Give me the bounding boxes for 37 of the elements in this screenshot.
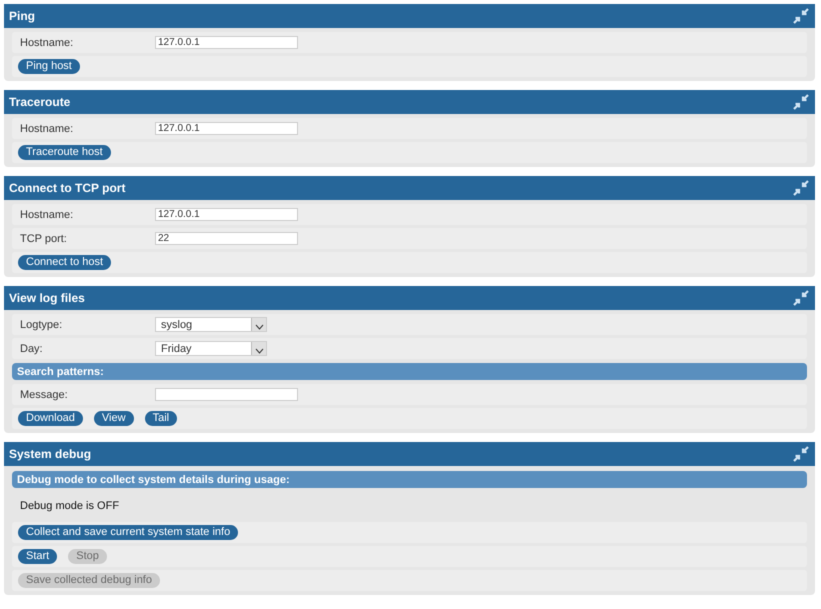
action-button[interactable]: Download bbox=[18, 411, 83, 426]
action-button[interactable]: Traceroute host bbox=[18, 145, 111, 160]
collapse-icon[interactable] bbox=[793, 180, 809, 196]
field-label: Day: bbox=[20, 342, 44, 354]
input-field[interactable]: 127.0.0.1 bbox=[155, 36, 298, 49]
input-field[interactable]: 127.0.0.1 bbox=[155, 122, 298, 135]
collapse-icon[interactable] bbox=[793, 290, 809, 306]
action-button[interactable]: Tail bbox=[144, 411, 178, 426]
panel-title: Traceroute bbox=[9, 95, 70, 109]
input-field[interactable] bbox=[155, 388, 298, 401]
panel-title: View log files bbox=[9, 291, 85, 305]
collapse-icon[interactable] bbox=[793, 446, 809, 462]
action-button[interactable]: Start bbox=[18, 549, 58, 564]
collapse-icon[interactable] bbox=[793, 94, 809, 110]
action-button[interactable]: View bbox=[94, 411, 134, 426]
panel-title: System debug bbox=[9, 447, 92, 461]
field-label: Hostname: bbox=[20, 208, 74, 220]
chevron-down-icon bbox=[254, 348, 264, 354]
section-subheader: Search patterns: bbox=[12, 363, 807, 380]
panel-title: Ping bbox=[9, 9, 35, 23]
dropdown[interactable]: syslog bbox=[155, 317, 267, 332]
field-label: Hostname: bbox=[20, 36, 74, 48]
field-label: Message: bbox=[20, 388, 69, 400]
chevron-down-icon bbox=[254, 324, 264, 330]
action-button[interactable]: Collect and save current system state info bbox=[18, 525, 238, 540]
field-label: Hostname: bbox=[20, 122, 74, 134]
panel-title: Connect to TCP port bbox=[9, 181, 126, 195]
action-button[interactable]: Ping host bbox=[18, 59, 80, 74]
input-field[interactable]: 127.0.0.1 bbox=[155, 208, 298, 221]
collapse-icon[interactable] bbox=[793, 8, 809, 24]
field-label: Logtype: bbox=[20, 318, 64, 330]
action-button[interactable]: Connect to host bbox=[18, 255, 112, 270]
section-subheader: Debug mode to collect system details during usage: bbox=[12, 471, 807, 488]
field-label: TCP port: bbox=[20, 232, 68, 244]
input-field[interactable]: 22 bbox=[155, 232, 298, 245]
dropdown[interactable]: Friday bbox=[155, 341, 267, 356]
status-text: Debug mode is OFF bbox=[20, 500, 120, 512]
